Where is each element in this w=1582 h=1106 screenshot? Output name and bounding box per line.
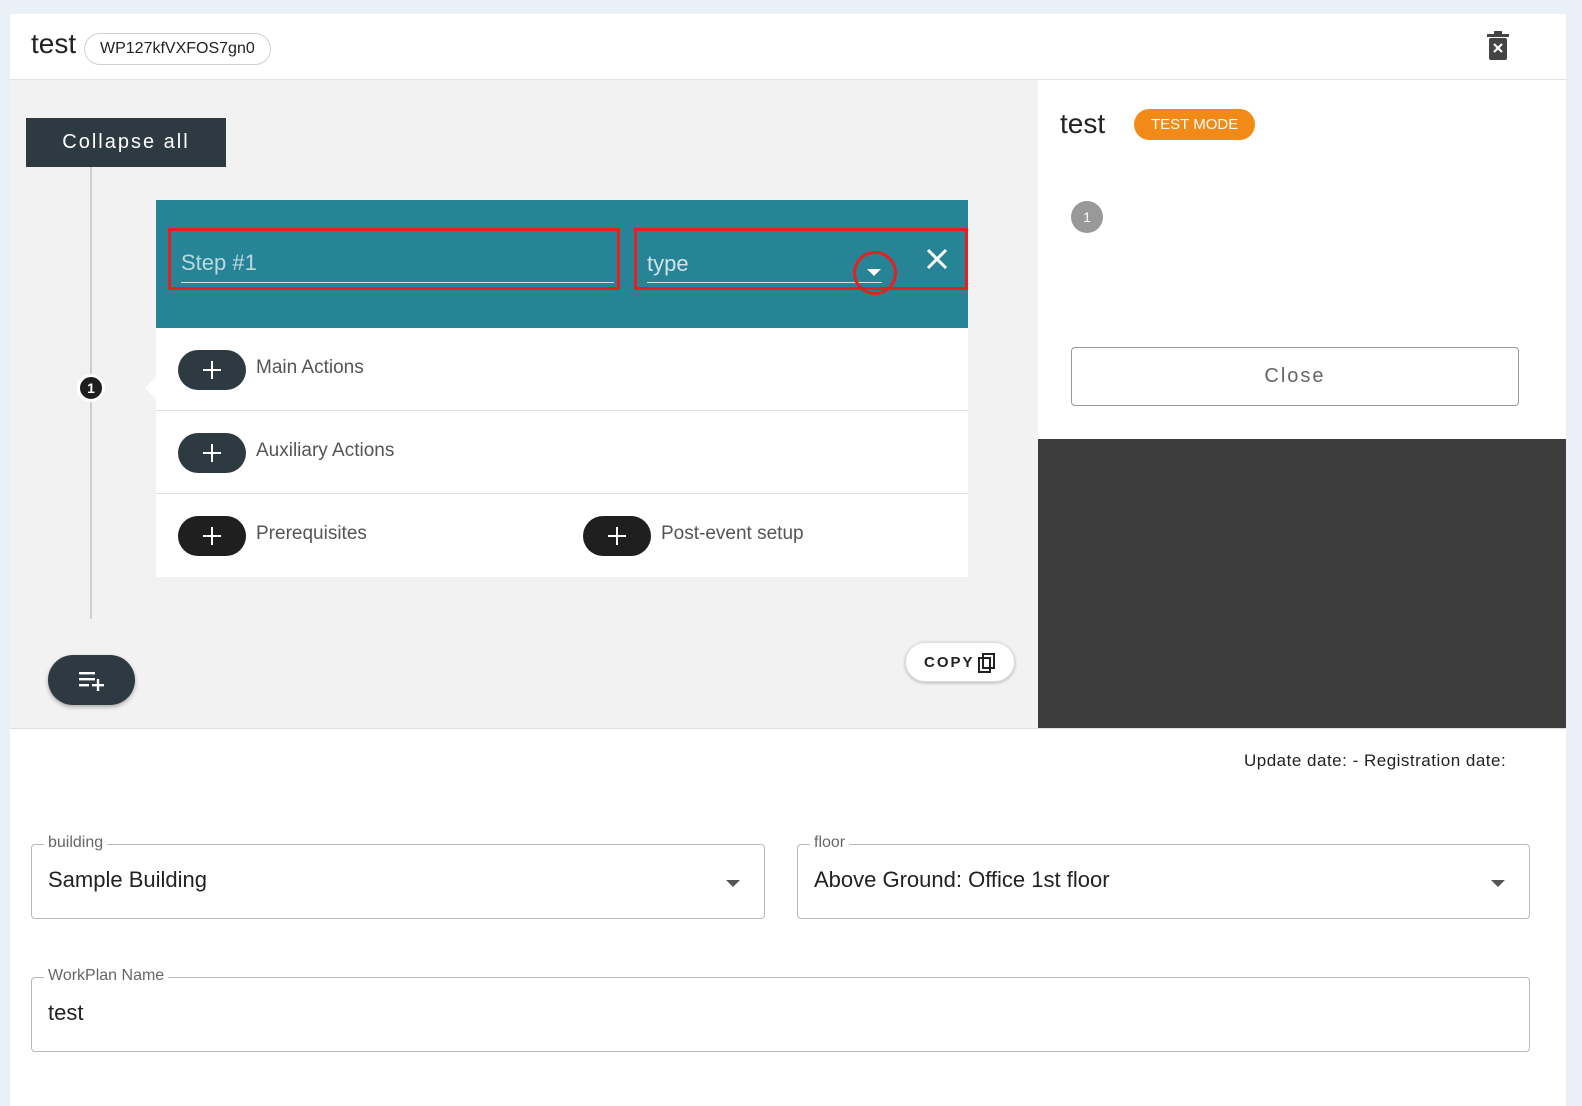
chevron-down-icon [1491, 880, 1505, 887]
prerequisites-row: Prerequisites Post-event setup [156, 494, 968, 577]
step-number-dot[interactable]: 1 [77, 374, 105, 402]
step-type-highlight: type [634, 228, 968, 295]
workplan-card: test WP127kfVXFOS7gn0 Collapse all 1 typ… [10, 14, 1566, 1106]
copy-button[interactable]: COPY [905, 642, 1015, 682]
chevron-down-icon [726, 880, 740, 887]
prerequisites-label: Prerequisites [256, 523, 367, 544]
add-list-icon [79, 672, 104, 691]
add-main-action-button[interactable] [178, 350, 246, 390]
preview-panel: test TEST MODE 1 Close [1038, 80, 1566, 728]
card-header: test WP127kfVXFOS7gn0 [10, 14, 1566, 80]
preview-title: test [1060, 108, 1106, 139]
step-name-input[interactable] [181, 243, 614, 283]
main-actions-label: Main Actions [256, 357, 364, 378]
building-value: Sample Building [48, 867, 207, 892]
step-name-highlight [168, 228, 620, 290]
building-select[interactable]: building Sample Building [31, 834, 765, 919]
copy-label: COPY [924, 654, 975, 671]
step-editor-panel: Collapse all 1 type [10, 80, 1048, 728]
add-step-button[interactable] [48, 655, 135, 705]
auxiliary-actions-label: Auxiliary Actions [256, 440, 395, 461]
collapse-all-button[interactable]: Collapse all [26, 118, 226, 167]
floor-label: floor [810, 834, 850, 852]
workplan-id-chip: WP127kfVXFOS7gn0 [84, 33, 271, 65]
type-dropdown-toggle[interactable] [853, 251, 897, 295]
step-header: type [156, 200, 968, 328]
add-post-event-button[interactable] [583, 516, 651, 556]
step-type-select[interactable]: type [647, 243, 897, 295]
workplan-name-label: WorkPlan Name [44, 967, 169, 985]
page-title: test [31, 28, 77, 59]
auxiliary-actions-row: Auxiliary Actions [156, 411, 968, 494]
add-prerequisite-button[interactable] [178, 516, 246, 556]
step-card: type Main Actions Auxiliary Actions [156, 200, 968, 577]
close-icon[interactable] [923, 245, 951, 273]
chevron-down-icon [867, 269, 881, 276]
test-mode-badge: TEST MODE [1134, 109, 1256, 140]
add-auxiliary-action-button[interactable] [178, 433, 246, 473]
trash-icon[interactable] [1486, 31, 1510, 61]
floor-value: Above Ground: Office 1st floor [814, 867, 1110, 892]
floor-select[interactable]: floor Above Ground: Office 1st floor [797, 834, 1530, 919]
preview-close-button[interactable]: Close [1071, 347, 1519, 406]
divider [10, 728, 1566, 729]
workplan-name-field[interactable]: WorkPlan Name test [31, 967, 1530, 1052]
workplan-name-value: test [48, 1000, 84, 1025]
main-actions-row: Main Actions [156, 328, 968, 411]
post-event-label: Post-event setup [661, 523, 804, 544]
building-label: building [44, 834, 108, 852]
dates-text: Update date: - Registration date: [1244, 751, 1507, 770]
preview-step-number: 1 [1071, 201, 1103, 233]
preview-dark-area [1038, 439, 1566, 728]
step-type-placeholder: type [647, 251, 689, 276]
clipboard-icon [978, 653, 995, 673]
